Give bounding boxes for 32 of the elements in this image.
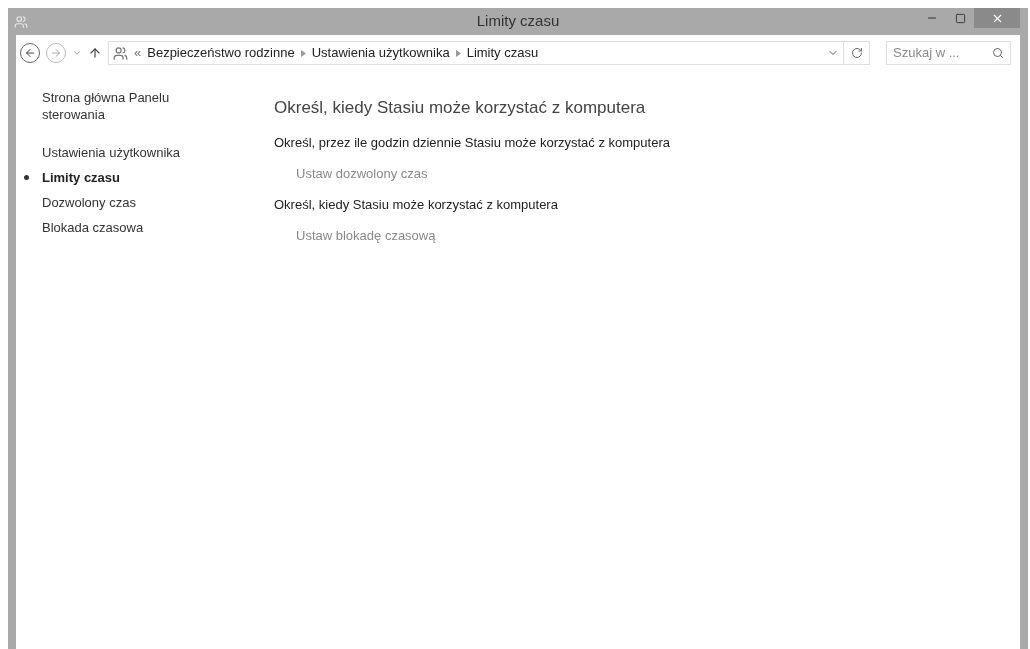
sidebar-home-link[interactable]: Strona główna Panelu sterowania xyxy=(42,89,202,123)
search-box[interactable]: Szukaj w ... xyxy=(886,41,1011,65)
address-bar[interactable]: « Bezpieczeństwo rodzinne Ustawienia użytkownika Limity czasu xyxy=(108,41,844,65)
recent-dropdown-icon[interactable] xyxy=(72,48,82,58)
settings-link[interactable]: Ustaw blokadę czasową xyxy=(296,226,670,246)
window-title: Limity czasu xyxy=(476,11,560,32)
page-heading: Określ, kiedy Stasiu może korzystać z komputera xyxy=(274,97,647,119)
breadcrumb-link[interactable]: Ustawienia użytkownika xyxy=(311,43,450,63)
breadcrumb-separator-icon[interactable] xyxy=(455,49,461,57)
refresh-button[interactable] xyxy=(844,41,870,65)
refresh-icon xyxy=(850,47,863,59)
close-button[interactable] xyxy=(974,8,1020,28)
family-icon xyxy=(14,14,28,29)
breadcrumb-link[interactable]: Limity czasu xyxy=(466,43,539,63)
overflow-chevron[interactable]: « xyxy=(134,43,142,63)
bullet-icon xyxy=(24,175,29,180)
breadcrumb-link[interactable]: Bezpieczeństwo rodzinne xyxy=(147,43,295,63)
breadcrumb-separator-icon[interactable] xyxy=(300,49,306,57)
up-button-icon[interactable] xyxy=(88,46,102,60)
back-arrow-icon xyxy=(24,47,36,59)
sidebar-link[interactable]: Dozwolony czas xyxy=(42,192,136,213)
family-icon xyxy=(113,45,128,61)
settings-link[interactable]: Ustaw dozwolony czas xyxy=(296,164,670,184)
forward-arrow-icon xyxy=(50,47,62,59)
section-description: Określ, kiedy Stasiu może korzystać z komputera xyxy=(274,195,559,214)
sidebar-link[interactable]: Blokada czasowa xyxy=(42,217,144,238)
search-field[interactable]: Szukaj w ... xyxy=(893,43,992,63)
sidebar-link[interactable]: Ustawienia użytkownika xyxy=(42,142,180,163)
search-icon xyxy=(992,47,1004,59)
section-description: Określ, przez ile godzin dziennie Stasiu może korzystać z komputera xyxy=(274,133,670,152)
sidebar-link[interactable]: Limity czasu xyxy=(42,167,121,188)
maximize-icon xyxy=(954,12,966,24)
